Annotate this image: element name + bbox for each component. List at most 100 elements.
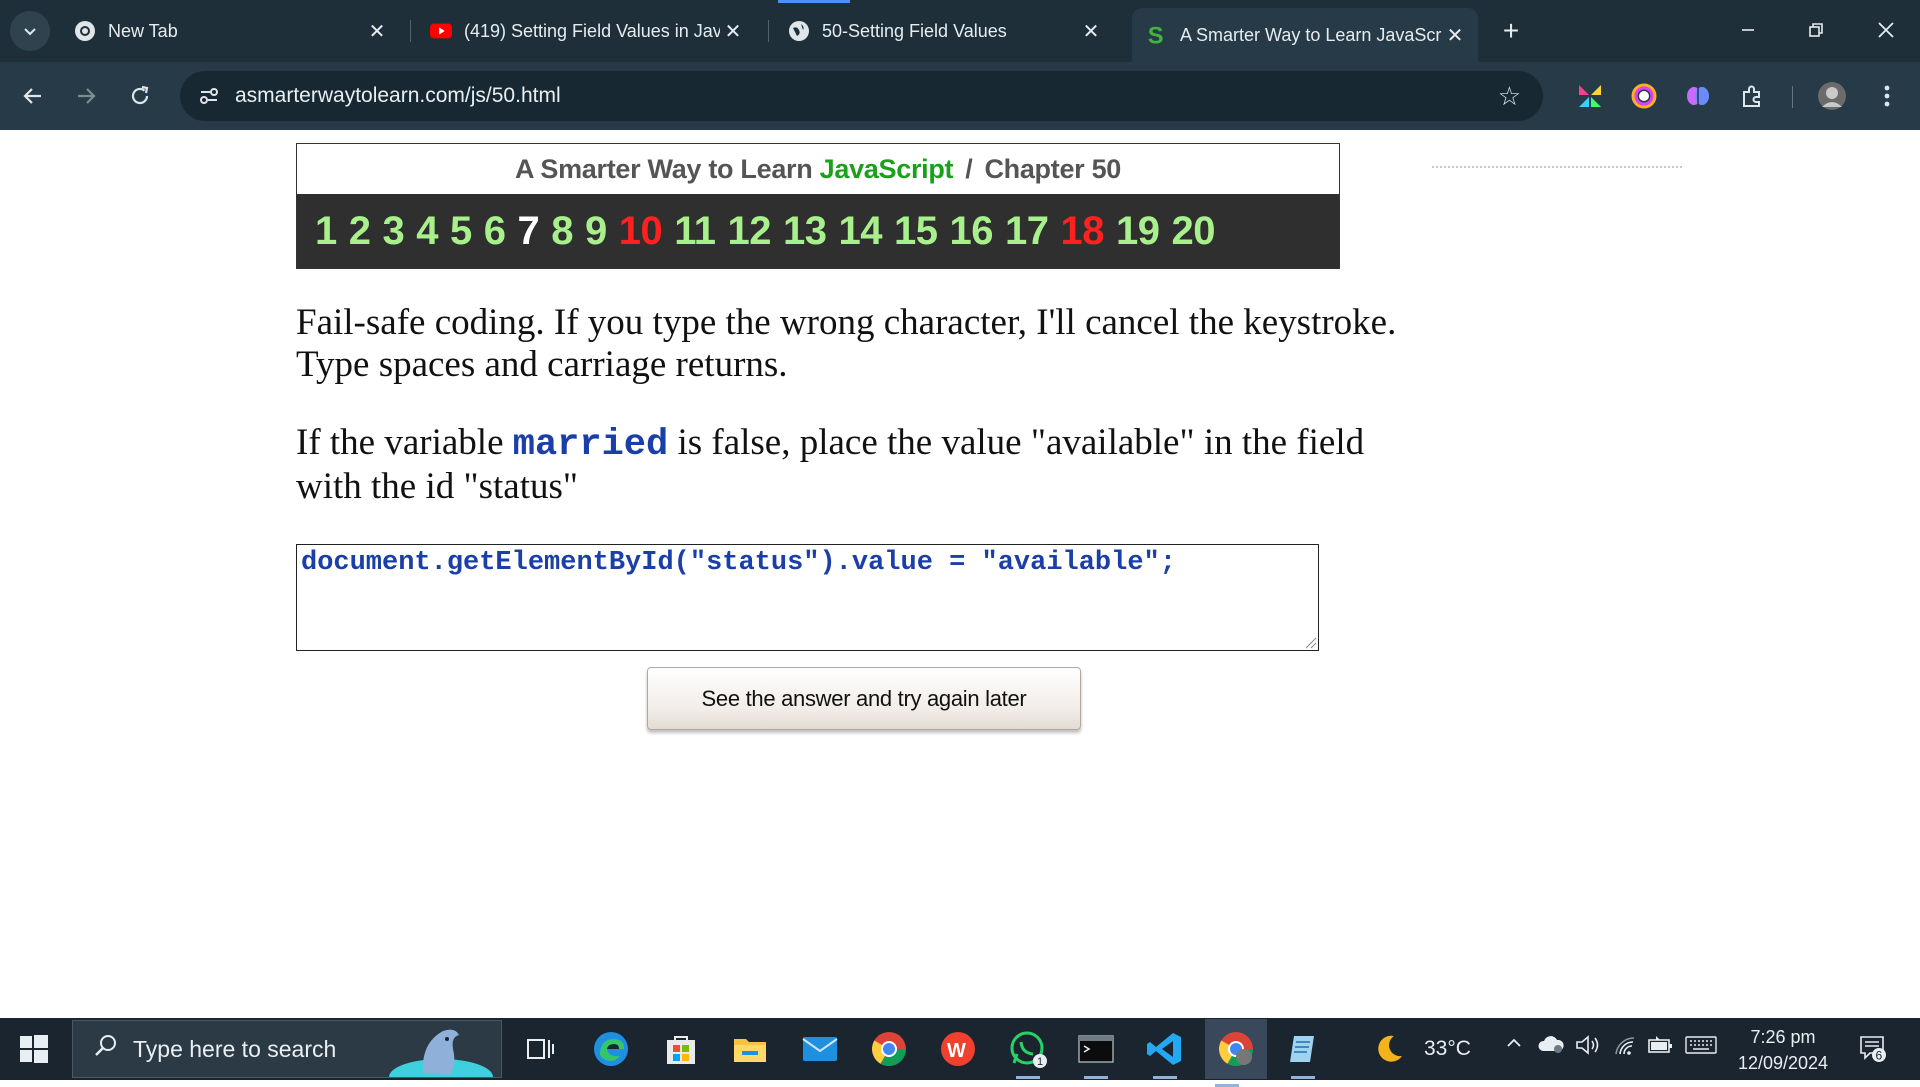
reload-icon bbox=[131, 85, 149, 105]
exercise-number-link[interactable]: 5 bbox=[450, 209, 472, 254]
extension-colorful-icon[interactable] bbox=[1573, 79, 1607, 113]
show-hidden-icons-chevron-icon[interactable] bbox=[1505, 1034, 1523, 1058]
reload-button[interactable] bbox=[120, 76, 160, 116]
terminal-icon[interactable] bbox=[1074, 1027, 1118, 1079]
vscode-icon[interactable] bbox=[1143, 1027, 1187, 1079]
tab-setting-field-values[interactable]: 50-Setting Field Values ✕ bbox=[774, 8, 1114, 54]
exercise-number-link[interactable]: 12 bbox=[728, 209, 772, 254]
windows-taskbar: Type here to search W 1 33°C 7:26 pm 12/… bbox=[0, 1018, 1920, 1087]
exercise-number-link[interactable]: 3 bbox=[383, 209, 405, 254]
exercise-number-link[interactable]: 4 bbox=[416, 209, 438, 254]
extension-ring-icon[interactable] bbox=[1627, 79, 1661, 113]
tab-youtube[interactable]: (419) Setting Field Values in JavaScript… bbox=[416, 8, 756, 54]
browser-menu-button[interactable] bbox=[1870, 79, 1904, 113]
tab-title: 50-Setting Field Values bbox=[822, 20, 1007, 41]
site-info-icon[interactable] bbox=[196, 83, 222, 109]
exercise-number-link[interactable]: 11 bbox=[674, 209, 716, 254]
close-window-button[interactable] bbox=[1856, 10, 1916, 50]
clock-date: 12/09/2024 bbox=[1737, 1053, 1829, 1073]
exercise-number-link[interactable]: 2 bbox=[349, 209, 371, 254]
file-explorer-icon[interactable] bbox=[728, 1027, 772, 1071]
question-text: If the variable married is false, place … bbox=[296, 422, 1416, 508]
see-answer-button[interactable]: See the answer and try again later bbox=[647, 667, 1081, 730]
exercise-number-link[interactable]: 13 bbox=[783, 209, 827, 254]
exercise-number-link[interactable]: 19 bbox=[1116, 209, 1160, 254]
microsoft-store-icon[interactable] bbox=[659, 1027, 703, 1071]
header-prefix: A Smarter Way to Learn bbox=[514, 153, 813, 184]
tab-divider bbox=[768, 20, 769, 42]
address-bar[interactable]: asmarterwaytolearn.com/js/50.html ☆ bbox=[180, 71, 1543, 121]
exercise-number-link[interactable]: 20 bbox=[1172, 209, 1216, 254]
exercise-number-link[interactable]: 16 bbox=[950, 209, 994, 254]
exercise-number-link[interactable]: 1 bbox=[315, 209, 337, 254]
forward-button[interactable] bbox=[66, 76, 106, 116]
bookmark-star-icon[interactable]: ☆ bbox=[1498, 82, 1521, 110]
exercise-number-link[interactable]: 10 bbox=[619, 209, 663, 254]
tab-title: A Smarter Way to Learn JavaScript bbox=[1180, 24, 1442, 45]
decorative-dotted-line bbox=[1432, 166, 1682, 168]
taskbar-search[interactable]: Type here to search bbox=[72, 1020, 502, 1078]
back-button[interactable] bbox=[13, 76, 53, 116]
new-tab-button[interactable]: + bbox=[1494, 14, 1528, 48]
exercise-number-link[interactable]: 18 bbox=[1061, 209, 1105, 254]
youtube-icon bbox=[430, 20, 452, 42]
task-view-icon[interactable] bbox=[518, 1027, 562, 1071]
wps-office-icon[interactable]: W bbox=[936, 1027, 980, 1071]
chrome-active-taskbar-icon[interactable] bbox=[1205, 1019, 1267, 1087]
exercise-number-link[interactable]: 15 bbox=[894, 209, 938, 254]
minimize-button[interactable] bbox=[1718, 10, 1778, 50]
close-icon bbox=[1878, 22, 1894, 38]
volume-icon[interactable] bbox=[1574, 1034, 1602, 1062]
svg-text:S: S bbox=[1148, 23, 1164, 48]
globe-icon bbox=[788, 20, 810, 42]
profile-avatar[interactable] bbox=[1815, 79, 1849, 113]
tab-close-button[interactable]: ✕ bbox=[1078, 19, 1104, 44]
weather-widget[interactable]: 33°C bbox=[1372, 1032, 1471, 1066]
extensions-puzzle-icon[interactable] bbox=[1735, 79, 1769, 113]
exercise-number-link[interactable]: 6 bbox=[484, 209, 506, 254]
keyboard-icon[interactable] bbox=[1684, 1034, 1718, 1062]
system-clock[interactable]: 7:26 pm 12/09/2024 bbox=[1728, 1024, 1838, 1076]
header-brand-link[interactable]: JavaScript bbox=[820, 154, 954, 185]
tab-close-button[interactable]: ✕ bbox=[1442, 23, 1468, 48]
clock-time: 7:26 pm bbox=[1750, 1027, 1816, 1047]
edge-icon[interactable] bbox=[589, 1027, 633, 1071]
exercise-number-link[interactable]: 14 bbox=[839, 209, 883, 254]
extension-brain-icon[interactable] bbox=[1681, 79, 1715, 113]
whatsapp-icon[interactable]: 1 bbox=[1006, 1027, 1050, 1079]
tab-strip: New Tab ✕ (419) Setting Field Values in … bbox=[0, 0, 1920, 62]
tab-close-button[interactable]: ✕ bbox=[720, 19, 746, 44]
restore-button[interactable] bbox=[1786, 10, 1846, 50]
smarter-way-s-icon: S bbox=[1146, 23, 1168, 48]
exercise-number-link[interactable]: 8 bbox=[551, 209, 573, 254]
wifi-icon[interactable] bbox=[1613, 1034, 1639, 1062]
toolbar-divider bbox=[1792, 86, 1793, 108]
tab-smarter-way[interactable]: S A Smarter Way to Learn JavaScript ✕ bbox=[1132, 8, 1478, 62]
header-title: A Smarter Way to Learn JavaScript / Chapte… bbox=[297, 144, 1339, 194]
search-placeholder: Type here to search bbox=[133, 1035, 337, 1062]
battery-icon[interactable] bbox=[1646, 1034, 1674, 1062]
exercise-number-link[interactable]: 17 bbox=[1005, 209, 1049, 254]
question-variable: married bbox=[512, 424, 669, 466]
code-input[interactable]: document.getElementById("status").value … bbox=[296, 544, 1319, 651]
tab-new-tab[interactable]: New Tab ✕ bbox=[60, 8, 400, 54]
chrome-taskbar-icon[interactable] bbox=[867, 1027, 911, 1071]
mail-icon[interactable] bbox=[798, 1027, 842, 1071]
onedrive-cloud-icon[interactable] bbox=[1537, 1034, 1565, 1060]
resize-grip-icon[interactable] bbox=[1305, 637, 1317, 649]
notepad-icon[interactable] bbox=[1281, 1027, 1325, 1079]
exercise-number-link[interactable]: 9 bbox=[585, 209, 607, 254]
url-text[interactable]: asmarterwaytolearn.com/js/50.html bbox=[235, 84, 561, 108]
svg-text:W: W bbox=[947, 1040, 966, 1062]
moon-icon bbox=[1378, 1035, 1402, 1062]
notification-center-button[interactable]: 6 bbox=[1858, 1033, 1888, 1063]
whatsapp-badge: 1 bbox=[1037, 1056, 1043, 1068]
exercise-number-link[interactable]: 7 bbox=[518, 209, 540, 254]
chrome-icon bbox=[74, 20, 96, 42]
header-chapter: Chapter 50 bbox=[984, 153, 1122, 184]
tab-search-button[interactable] bbox=[10, 11, 50, 51]
restore-icon bbox=[1809, 23, 1823, 37]
start-button[interactable] bbox=[14, 1032, 54, 1066]
tab-close-button[interactable]: ✕ bbox=[364, 19, 390, 44]
temperature-text: 33°C bbox=[1424, 1037, 1471, 1060]
